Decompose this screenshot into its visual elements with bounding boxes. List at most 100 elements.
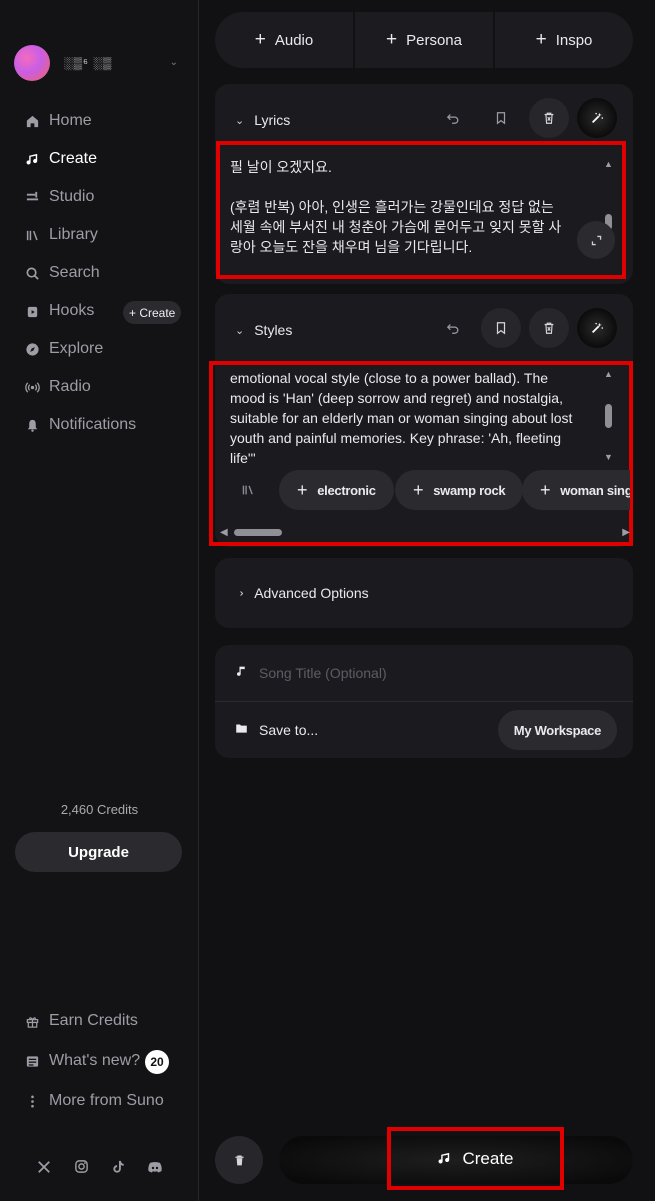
sidebar-item-label: Create [49, 150, 98, 167]
styles-line: life'" [230, 450, 256, 466]
sidebar-item-label: Hooks [49, 302, 95, 319]
sidebar: ░▒⁶ ░▒ ⌄ Home Create Studio Library Sear… [0, 0, 199, 1201]
save-to-row[interactable]: Save to... My Workspace [215, 702, 633, 758]
scroll-down-arrow[interactable]: ▼ [604, 452, 613, 462]
x-twitter-icon[interactable] [36, 1158, 53, 1175]
advanced-options-card[interactable]: ⌄ Advanced Options [215, 558, 633, 628]
sidebar-item-explore[interactable]: Explore [0, 330, 199, 368]
social-links [0, 1158, 199, 1175]
lyrics-textarea[interactable]: 필 날이 오겠지요. (후렴 반복) 아아, 인생은 흘러가는 강물인데요 정답… [230, 157, 610, 257]
scroll-left-arrow[interactable]: ◀ [220, 527, 228, 538]
horizontal-scroll-thumb[interactable] [234, 529, 282, 536]
sidebar-item-create[interactable]: Create [0, 140, 199, 178]
plus-icon: + [386, 29, 398, 50]
lyrics-actions [433, 98, 617, 138]
sidebar-item-more-from-suno[interactable]: More from Suno [0, 1081, 199, 1121]
sidebar-item-label: Library [49, 226, 98, 243]
library-icon [24, 227, 40, 243]
discord-icon[interactable] [147, 1158, 164, 1175]
styles-scrollbar[interactable] [605, 404, 612, 428]
magic-wand-icon[interactable] [577, 98, 617, 138]
style-tag-label: electronic [317, 482, 376, 498]
chevron-right-icon: ⌄ [234, 588, 247, 598]
sidebar-item-label: What's new? [49, 1052, 141, 1069]
add-audio-button[interactable]: + Audio [215, 12, 355, 68]
song-title-field[interactable]: Song Title (Optional) [215, 645, 633, 701]
scroll-right-arrow[interactable]: ▶ [622, 527, 630, 538]
sidebar-item-label: Studio [49, 188, 95, 205]
bookmark-icon[interactable] [481, 98, 521, 138]
style-tag-label: woman singing [560, 482, 630, 498]
compass-icon [24, 341, 40, 357]
lyrics-blank-line [230, 177, 610, 197]
scroll-up-arrow[interactable]: ▲ [604, 159, 613, 169]
undo-icon[interactable] [433, 308, 473, 348]
sidebar-item-search[interactable]: Search [0, 254, 199, 292]
plus-icon: + [540, 479, 551, 500]
expand-icon[interactable] [577, 221, 615, 259]
library-icon[interactable] [220, 470, 276, 510]
lyrics-header[interactable]: ⌄ Lyrics [215, 98, 633, 142]
styles-actions [433, 308, 617, 348]
account-name: ░▒⁶ ░▒ [64, 56, 113, 70]
credits-count: 2,460 Credits [60, 802, 139, 817]
sidebar-item-notifications[interactable]: Notifications [0, 406, 199, 444]
main-nav: Home Create Studio Library Search Hooks … [0, 102, 199, 444]
advanced-options-label: Advanced Options [254, 585, 369, 601]
sidebar-item-whats-new[interactable]: What's new? 20 [0, 1041, 199, 1081]
plus-icon: + [254, 29, 266, 50]
styles-header[interactable]: ⌄ Styles [215, 308, 633, 352]
song-title-input[interactable]: Song Title (Optional) [259, 665, 387, 681]
lyrics-line: (후렴 반복) 아아, 인생은 흘러가는 강물인데요 정답 없는 [230, 199, 554, 215]
sidebar-item-library[interactable]: Library [0, 216, 199, 254]
sidebar-item-label: Search [49, 264, 100, 281]
sidebar-item-label: More from Suno [49, 1092, 164, 1109]
bell-icon [24, 417, 40, 433]
music-note-icon [24, 151, 40, 167]
plus-icon: + [413, 479, 424, 500]
trash-icon[interactable] [215, 1136, 263, 1184]
sidebar-item-label: Earn Credits [49, 1012, 138, 1029]
style-tags-scrollbar[interactable]: ◀ ▶ [220, 526, 630, 540]
add-inspo-button[interactable]: + Inspo [495, 12, 633, 68]
radio-icon [24, 379, 40, 395]
tab-label: Audio [274, 31, 314, 49]
advanced-options-header[interactable]: ⌄ Advanced Options [215, 571, 633, 615]
style-tag-chip[interactable]: + swamp rock [395, 470, 524, 510]
styles-textarea[interactable]: emotional vocal style (close to a power … [230, 368, 602, 468]
styles-line: emotional vocal style (close to a power … [230, 370, 549, 386]
bookmark-icon[interactable] [481, 308, 521, 348]
lyrics-title: Lyrics [254, 112, 291, 128]
sidebar-item-home[interactable]: Home [0, 102, 199, 140]
hooks-create-button[interactable]: + Create [123, 301, 182, 324]
instagram-icon[interactable] [73, 1158, 90, 1175]
upgrade-button[interactable]: Upgrade [15, 832, 182, 872]
sidebar-item-earn-credits[interactable]: Earn Credits [0, 1001, 199, 1041]
clear-icon[interactable] [529, 308, 569, 348]
news-icon [24, 1053, 40, 1069]
add-persona-button[interactable]: + Persona [355, 12, 495, 68]
sidebar-item-hooks[interactable]: Hooks + Create [0, 292, 199, 330]
studio-icon [24, 189, 40, 205]
home-icon [24, 113, 40, 129]
hooks-icon [24, 303, 40, 319]
clear-icon[interactable] [529, 98, 569, 138]
lyrics-line: 필 날이 오겠지요. [230, 159, 332, 175]
sidebar-item-studio[interactable]: Studio [0, 178, 199, 216]
whats-new-badge: 20 [145, 1050, 169, 1074]
style-tag-chip[interactable]: + electronic [279, 470, 394, 510]
account-switcher[interactable]: ░▒⁶ ░▒ ⌄ [14, 45, 184, 81]
undo-icon[interactable] [433, 98, 473, 138]
magic-wand-icon[interactable] [577, 308, 617, 348]
tiktok-icon[interactable] [110, 1158, 127, 1175]
workspace-select-button[interactable]: My Workspace [497, 710, 617, 750]
plus-icon: + [297, 479, 308, 500]
more-vertical-icon [24, 1093, 40, 1109]
create-button[interactable]: Create [387, 1127, 564, 1190]
sidebar-item-radio[interactable]: Radio [0, 368, 199, 406]
gift-icon [24, 1013, 40, 1029]
style-tag-label: swamp rock [433, 482, 506, 498]
style-tag-chip[interactable]: + woman singing [522, 470, 630, 510]
styles-line: suitable for an elderly man or woman sin… [230, 410, 573, 426]
scroll-up-arrow[interactable]: ▲ [604, 369, 613, 379]
